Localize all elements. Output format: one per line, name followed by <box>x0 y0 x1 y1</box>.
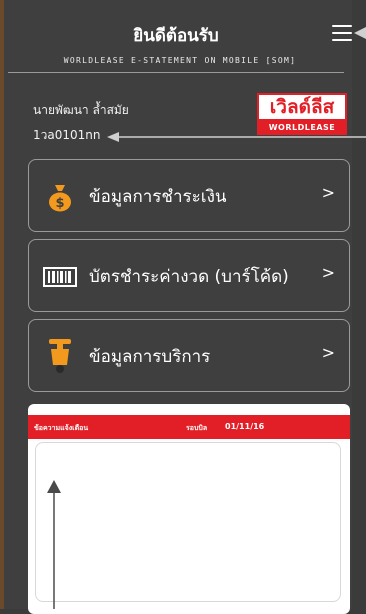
logo-thai-text: เวิลด์ลีส <box>257 93 347 121</box>
worldlease-logo: เวิลด์ลีส WORLDLEASE <box>257 93 347 137</box>
app-subtitle: WORLDLEASE E-STATEMENT ON MOBILE [SOM] <box>63 56 297 65</box>
chevron-right-icon: > <box>321 343 335 362</box>
notification-label: ข้อความแจ้งเตือน <box>34 424 89 432</box>
barcode-icon <box>43 267 77 287</box>
notification-message-box[interactable] <box>35 442 341 602</box>
barcode-card-button[interactable]: บัตรชำระค่างวด (บาร์โค้ด) > <box>28 239 350 312</box>
page-title: ยินดีต้อนรับ <box>133 26 219 46</box>
bill-cycle-date: 01/11/16 <box>225 422 265 431</box>
chevron-right-icon: > <box>321 183 335 202</box>
user-id: 1วa0101nn <box>33 128 101 142</box>
annotation-arrow-icon <box>354 27 366 39</box>
menu-label-payment: ข้อมูลการชำระเงิน <box>89 187 227 207</box>
menu-label-service: ข้อมูลการบริการ <box>89 347 211 367</box>
logo-english-text: WORLDLEASE <box>257 121 347 135</box>
notification-card: ข้อความแจ้งเตือน รอบบิล 01/11/16 <box>28 404 350 614</box>
service-info-button[interactable]: ข้อมูลการบริการ > <box>28 319 350 392</box>
scooter-icon <box>49 339 71 373</box>
user-name: นายพัฒนา ล้ำสมัย <box>33 103 129 117</box>
annotation-arrow-icon <box>47 480 61 609</box>
bill-cycle-label: รอบบิล <box>186 424 208 432</box>
money-bag-icon: $ <box>49 185 71 212</box>
chevron-right-icon: > <box>321 263 335 282</box>
hamburger-menu-icon[interactable] <box>332 25 352 41</box>
notification-header: ข้อความแจ้งเตือน รอบบิล 01/11/16 <box>28 415 350 439</box>
svg-text:$: $ <box>55 196 64 211</box>
payment-info-button[interactable]: $ ข้อมูลการชำระเงิน > <box>28 159 350 232</box>
header-divider <box>8 72 344 73</box>
menu-label-barcode: บัตรชำระค่างวด (บาร์โค้ด) <box>89 267 289 287</box>
